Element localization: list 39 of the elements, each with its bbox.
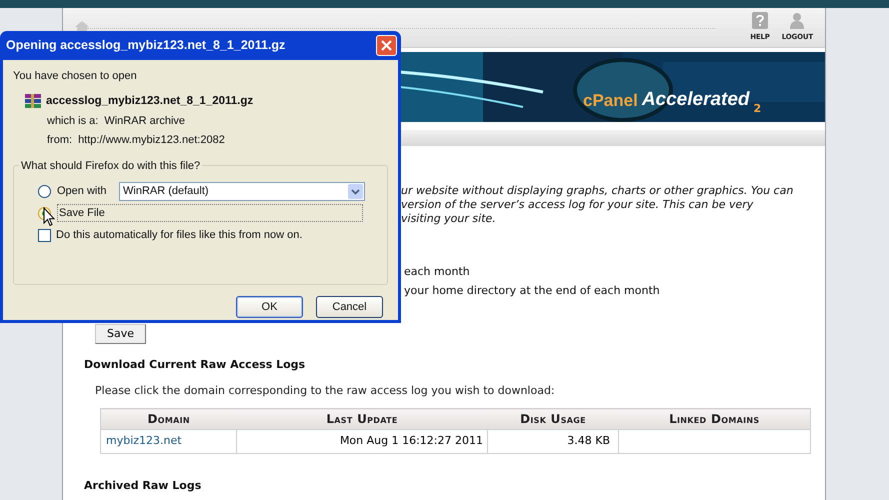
intro-text: You have chosen to open <box>13 69 137 84</box>
version-number: 2 <box>754 103 762 114</box>
product-name: Accelerated <box>642 90 750 109</box>
radio-button[interactable] <box>38 184 51 198</box>
section-heading: Download Current Raw Access Logs <box>84 357 306 373</box>
option-label[interactable]: Save File <box>57 204 363 222</box>
window-title: Opening accesslog_mybiz123.net_8_1_2011.gz <box>6 37 286 54</box>
checkbox[interactable] <box>38 229 51 242</box>
option-label[interactable]: Open with <box>57 183 113 200</box>
app-dropdown[interactable]: WinRAR (default) <box>119 182 365 201</box>
description-text: ur website without displaying graphs, charts or other graphics. You can <box>401 184 794 198</box>
section-heading: Archived Raw Logs <box>84 478 202 494</box>
column-header: Domain <box>100 408 236 430</box>
close-button[interactable] <box>376 35 397 56</box>
option-text: your home directory at the end of each month <box>404 284 661 298</box>
source-url: http://www.mybiz123.net:2082 <box>78 133 225 148</box>
mouse-pointer-icon <box>43 207 55 227</box>
dialog-button[interactable]: Cancel <box>316 296 383 318</box>
dialog-button[interactable]: OK <box>236 296 303 318</box>
checkbox-label[interactable]: Do this automatically for files like this from now on. <box>56 227 302 244</box>
option-text: each month <box>404 265 471 279</box>
help-icon <box>752 12 768 29</box>
field-label: which is a: <box>47 114 98 129</box>
column-header: Disk Usage <box>488 408 618 430</box>
description-text: visiting your site. <box>401 212 497 226</box>
instructions-text: Please click the domain corresponding to the raw access log you wish to download: <box>95 382 555 398</box>
archive-icon <box>25 94 41 108</box>
file-name: accesslog_mybiz123.net_8_1_2011.gz <box>46 94 254 108</box>
table-cell: Mon Aug 1 16:12:27 2011 <box>236 430 488 454</box>
column-header: Linked Domains <box>618 408 810 430</box>
logo-text: cPanel <box>583 92 638 109</box>
column-header: Last Update <box>236 408 488 430</box>
field-label: from: <box>47 133 72 148</box>
close-icon <box>381 40 392 51</box>
file-type: WinRAR archive <box>104 114 186 129</box>
table-cell: 3.48 KB <box>488 430 618 454</box>
description-text: version of the server’s access log for your site. This can be very <box>401 198 754 212</box>
user-icon <box>790 12 804 29</box>
save-button[interactable]: Save <box>95 324 146 344</box>
